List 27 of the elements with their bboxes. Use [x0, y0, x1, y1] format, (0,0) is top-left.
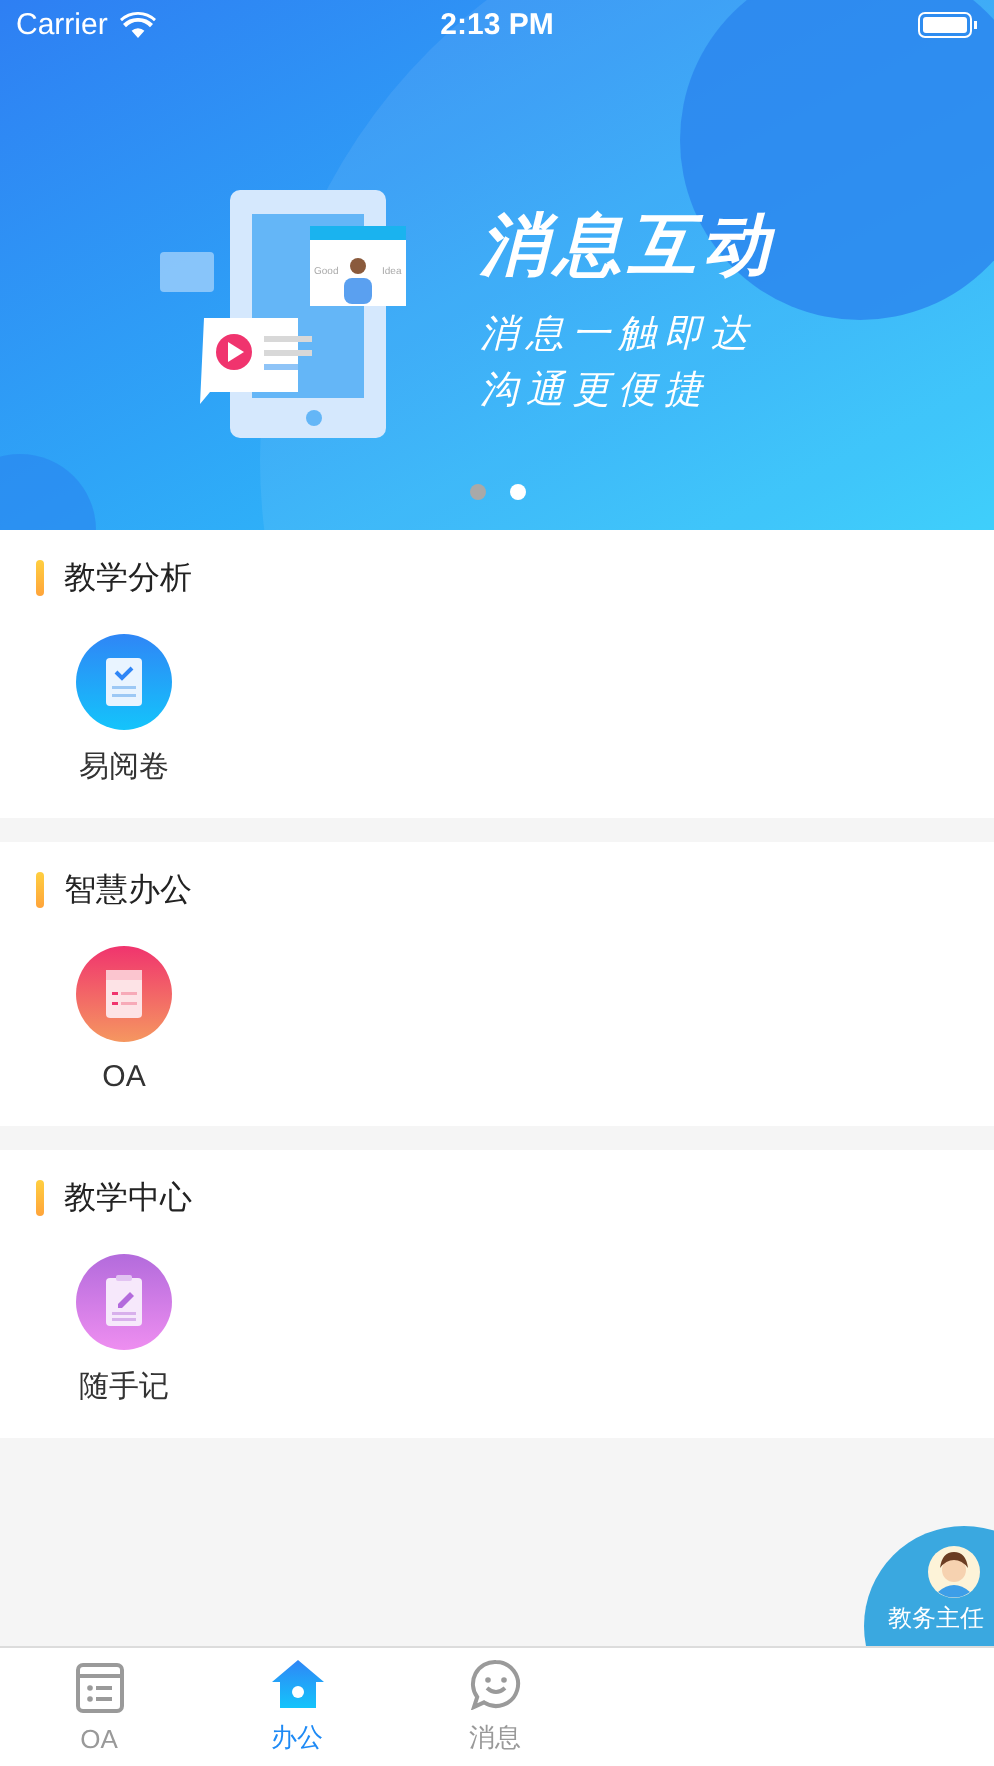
banner-subtitle: 沟通更便捷: [480, 368, 712, 416]
tab-bar-item[interactable]: 消息: [396, 1648, 594, 1766]
app-label[interactable]: 随手记: [79, 1368, 169, 1406]
clock-time: 2:13 PM: [440, 8, 554, 42]
banner-title: 消息互动: [480, 206, 776, 288]
app-label[interactable]: OA: [102, 1060, 146, 1094]
tab-bar-item[interactable]: OA: [0, 1648, 198, 1766]
banner-subtitle: 消息一触即达: [480, 312, 758, 360]
section-title: 教学中心: [64, 1179, 192, 1219]
smiling-chat-bubble-icon: [469, 1658, 521, 1710]
app-label[interactable]: 易阅卷: [79, 748, 169, 786]
calendar-list-icon: [73, 1661, 125, 1713]
role-switch-button[interactable]: 教务主任: [864, 1526, 994, 1646]
list-document-icon: [76, 946, 172, 1042]
home-icon: [271, 1658, 323, 1710]
checked-document-icon: [76, 634, 172, 730]
avatar-icon: [928, 1546, 980, 1598]
battery-icon: [918, 12, 978, 38]
tab-bar-item[interactable]: 办公: [198, 1648, 396, 1766]
section-accent-bar: [36, 872, 44, 908]
section-title: 智慧办公: [64, 871, 192, 911]
wifi-icon: [119, 12, 156, 38]
section-accent-bar: [36, 560, 44, 596]
section-accent-bar: [36, 1180, 44, 1216]
clipboard-pencil-icon: [76, 1254, 172, 1350]
carrier-label: Carrier: [16, 8, 108, 42]
section-title: 教学分析: [64, 559, 192, 599]
